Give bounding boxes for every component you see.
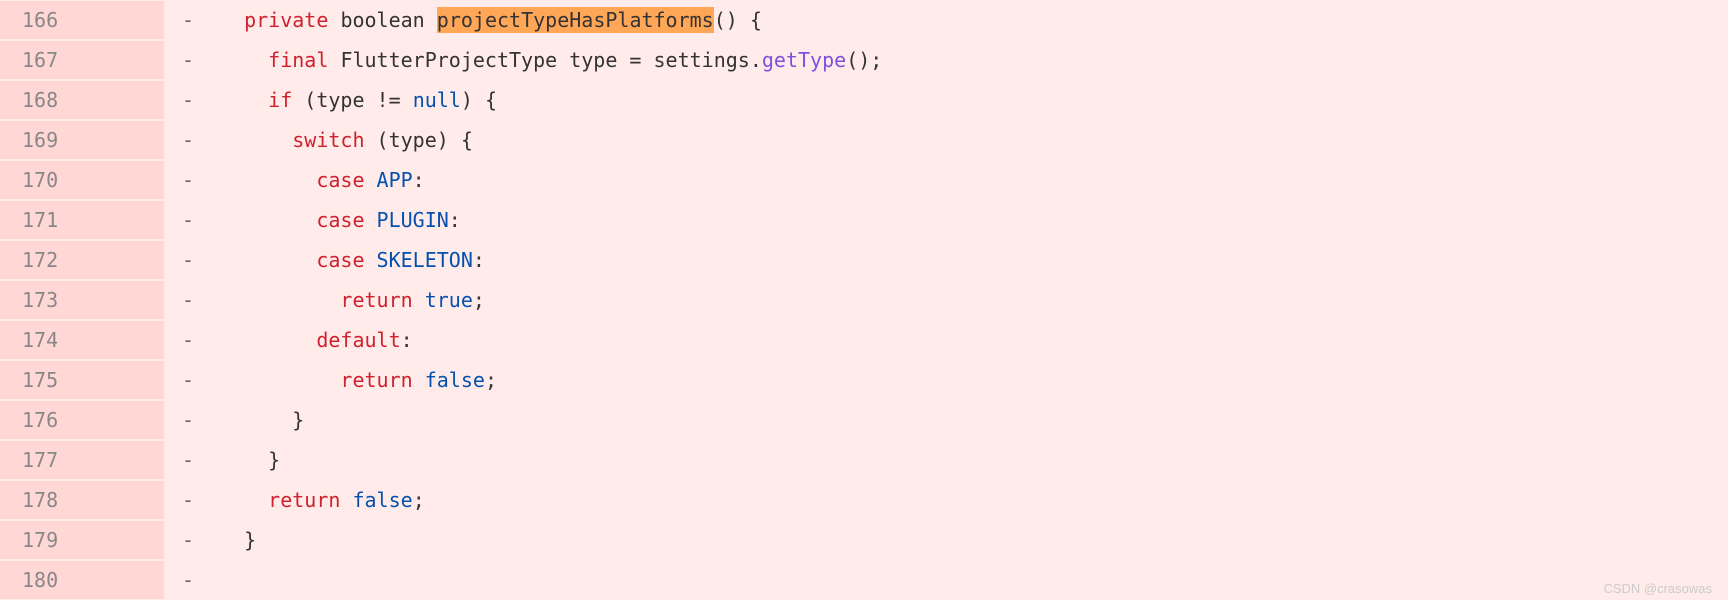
- line-marker: -: [164, 401, 220, 439]
- watermark: CSDN @crasowas: [1603, 577, 1712, 602]
- keyword-true: true: [425, 288, 473, 312]
- keyword-false: false: [425, 368, 485, 392]
- line-marker: -: [164, 121, 220, 159]
- diff-line: 170 - case APP:: [0, 160, 1728, 200]
- diff-line: 180 -: [0, 560, 1728, 600]
- code-content: final FlutterProjectType type = settings…: [220, 41, 1728, 79]
- line-number: 167: [0, 41, 164, 79]
- code-content: case SKELETON:: [220, 241, 1728, 279]
- keyword-if: if: [268, 88, 292, 112]
- code-content: }: [220, 441, 1728, 479]
- code-content: if (type != null) {: [220, 81, 1728, 119]
- diff-line: 172 - case SKELETON:: [0, 240, 1728, 280]
- line-marker: -: [164, 481, 220, 519]
- line-marker: -: [164, 81, 220, 119]
- line-marker: -: [164, 521, 220, 559]
- keyword-final: final: [268, 48, 328, 72]
- code-content: default:: [220, 321, 1728, 359]
- constant: SKELETON: [377, 248, 473, 272]
- diff-line: 175 - return false;: [0, 360, 1728, 400]
- line-marker: -: [164, 361, 220, 399]
- constant: APP: [377, 168, 413, 192]
- code-content: return false;: [220, 361, 1728, 399]
- line-marker: -: [164, 561, 220, 599]
- code-content: return false;: [220, 481, 1728, 519]
- line-number: 180: [0, 561, 164, 599]
- keyword-null: null: [413, 88, 461, 112]
- keyword-return: return: [268, 488, 340, 512]
- line-number: 178: [0, 481, 164, 519]
- type-boolean: boolean: [340, 8, 424, 32]
- line-marker: -: [164, 41, 220, 79]
- constant: PLUGIN: [377, 208, 449, 232]
- code-content: }: [220, 521, 1728, 559]
- line-number: 176: [0, 401, 164, 439]
- line-marker: -: [164, 161, 220, 199]
- code-content: case APP:: [220, 161, 1728, 199]
- code-content: case PLUGIN:: [220, 201, 1728, 239]
- keyword-default: default: [316, 328, 400, 352]
- keyword-case: case: [316, 208, 364, 232]
- method-call: getType: [762, 48, 846, 72]
- keyword-false: false: [352, 488, 412, 512]
- line-marker: -: [164, 1, 220, 39]
- diff-line: 168 - if (type != null) {: [0, 80, 1728, 120]
- line-marker: -: [164, 441, 220, 479]
- diff-line: 167 - final FlutterProjectType type = se…: [0, 40, 1728, 80]
- keyword-switch: switch: [292, 128, 364, 152]
- diff-line: 178 - return false;: [0, 480, 1728, 520]
- line-number: 177: [0, 441, 164, 479]
- keyword-private: private: [244, 8, 328, 32]
- diff-line: 166 - private boolean projectTypeHasPlat…: [0, 0, 1728, 40]
- line-number: 175: [0, 361, 164, 399]
- line-marker: -: [164, 281, 220, 319]
- line-number: 173: [0, 281, 164, 319]
- line-number: 174: [0, 321, 164, 359]
- diff-line: 174 - default:: [0, 320, 1728, 360]
- line-number: 169: [0, 121, 164, 159]
- diff-line: 169 - switch (type) {: [0, 120, 1728, 160]
- line-number: 166: [0, 1, 164, 39]
- code-content: switch (type) {: [220, 121, 1728, 159]
- line-number: 168: [0, 81, 164, 119]
- line-number: 179: [0, 521, 164, 559]
- code-content: private boolean projectTypeHasPlatforms(…: [220, 1, 1728, 39]
- diff-line: 171 - case PLUGIN:: [0, 200, 1728, 240]
- line-number: 171: [0, 201, 164, 239]
- method-name-highlighted: projectTypeHasPlatforms: [437, 7, 714, 33]
- keyword-return: return: [340, 288, 412, 312]
- diff-line: 177 - }: [0, 440, 1728, 480]
- line-marker: -: [164, 201, 220, 239]
- diff-line: 173 - return true;: [0, 280, 1728, 320]
- type-name: FlutterProjectType: [340, 48, 557, 72]
- code-content: return true;: [220, 281, 1728, 319]
- diff-line: 179 - }: [0, 520, 1728, 560]
- diff-line: 176 - }: [0, 400, 1728, 440]
- line-marker: -: [164, 321, 220, 359]
- keyword-case: case: [316, 248, 364, 272]
- keyword-case: case: [316, 168, 364, 192]
- keyword-return: return: [340, 368, 412, 392]
- line-number: 172: [0, 241, 164, 279]
- line-number: 170: [0, 161, 164, 199]
- diff-container: 166 - private boolean projectTypeHasPlat…: [0, 0, 1728, 600]
- code-content: }: [220, 401, 1728, 439]
- line-marker: -: [164, 241, 220, 279]
